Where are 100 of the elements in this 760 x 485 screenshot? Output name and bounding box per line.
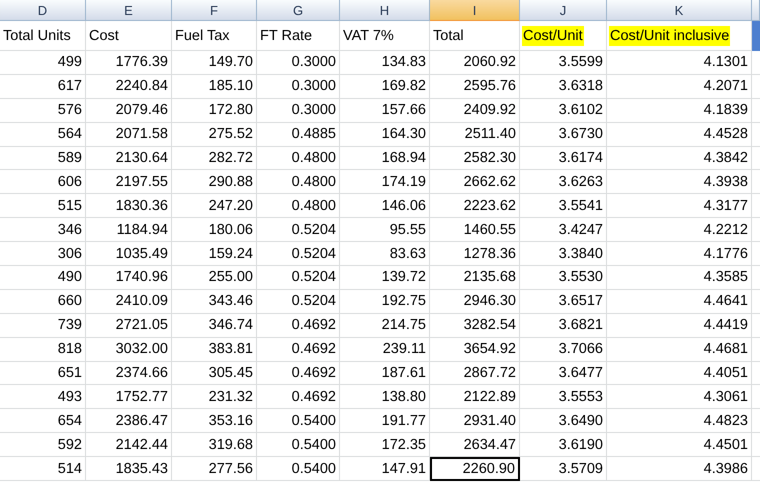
table-cell[interactable]: 3.6490 bbox=[520, 409, 607, 434]
table-cell[interactable]: 818 bbox=[0, 338, 86, 362]
table-cell[interactable]: 0.4692 bbox=[257, 362, 340, 386]
table-cell[interactable]: 4.4823 bbox=[607, 409, 752, 434]
table-cell[interactable]: 346.74 bbox=[172, 314, 257, 338]
table-cell[interactable]: 0.4692 bbox=[257, 385, 340, 410]
table-cell[interactable]: 3.5599 bbox=[520, 51, 607, 75]
table-cell[interactable]: 2946.30 bbox=[430, 290, 520, 314]
table-cell[interactable]: 1752.77 bbox=[86, 385, 172, 410]
table-cell[interactable]: 4.2071 bbox=[607, 74, 752, 99]
table-cell[interactable]: 2197.55 bbox=[86, 170, 172, 194]
table-cell[interactable]: 1740.96 bbox=[86, 266, 172, 290]
table-cell[interactable]: 247.20 bbox=[172, 194, 257, 218]
table-cell[interactable]: 0.5400 bbox=[257, 409, 340, 434]
table-cell[interactable]: 2135.68 bbox=[430, 266, 520, 290]
table-cell[interactable]: 1035.49 bbox=[86, 242, 172, 266]
table-cell[interactable]: 1278.36 bbox=[430, 242, 520, 266]
table-cell[interactable]: 4.3061 bbox=[607, 385, 752, 410]
table-cell[interactable]: 3.6263 bbox=[520, 170, 607, 194]
table-cell[interactable]: 169.82 bbox=[340, 74, 430, 99]
column-header[interactable]: K bbox=[607, 0, 752, 21]
table-cell[interactable]: 2410.09 bbox=[86, 290, 172, 314]
table-cell[interactable]: 490 bbox=[0, 266, 86, 290]
table-cell[interactable]: 3.5553 bbox=[520, 385, 607, 410]
table-cell[interactable]: 4.4681 bbox=[607, 338, 752, 362]
table-cell[interactable]: 660 bbox=[0, 290, 86, 314]
table-cell[interactable]: 139.72 bbox=[340, 266, 430, 290]
table-cell[interactable]: 0.4800 bbox=[257, 170, 340, 194]
table-cell[interactable]: 3.6174 bbox=[520, 146, 607, 170]
table-cell[interactable]: 0.3000 bbox=[257, 98, 340, 123]
table-cell[interactable]: 134.83 bbox=[340, 51, 430, 75]
table-cell[interactable]: 319.68 bbox=[172, 433, 257, 458]
table-cell[interactable]: 3.6821 bbox=[520, 314, 607, 338]
table-cell[interactable]: 2240.84 bbox=[86, 74, 172, 99]
table-cell[interactable]: 4.4641 bbox=[607, 290, 752, 314]
table-cell[interactable]: 3.6318 bbox=[520, 74, 607, 99]
table-cell[interactable]: 651 bbox=[0, 362, 86, 386]
table-cell[interactable]: 2374.66 bbox=[86, 362, 172, 386]
table-cell[interactable]: 3.5530 bbox=[520, 266, 607, 290]
table-cell[interactable]: 146.06 bbox=[340, 194, 430, 218]
table-cell[interactable]: 499 bbox=[0, 51, 86, 75]
table-cell[interactable]: 2931.40 bbox=[430, 409, 520, 434]
table-cell[interactable]: 3.5541 bbox=[520, 194, 607, 218]
table-cell[interactable]: 592 bbox=[0, 433, 86, 458]
table-cell[interactable]: 277.56 bbox=[172, 457, 257, 482]
table-cell[interactable]: 346 bbox=[0, 218, 86, 242]
table-cell[interactable]: 4.3938 bbox=[607, 170, 752, 194]
table-cell[interactable]: 164.30 bbox=[340, 122, 430, 147]
table-cell[interactable]: 0.5204 bbox=[257, 266, 340, 290]
table-cell[interactable]: 4.1776 bbox=[607, 242, 752, 266]
table-cell[interactable]: 157.66 bbox=[340, 98, 430, 123]
table-cell[interactable]: 239.11 bbox=[340, 338, 430, 362]
table-cell[interactable]: 3654.92 bbox=[430, 338, 520, 362]
table-cell[interactable]: 3.7066 bbox=[520, 338, 607, 362]
table-cell[interactable]: 1776.39 bbox=[86, 51, 172, 75]
table-cell[interactable]: 0.5400 bbox=[257, 457, 340, 482]
table-cell[interactable]: 3.3840 bbox=[520, 242, 607, 266]
column-header[interactable]: I bbox=[430, 0, 520, 21]
table-cell[interactable]: 4.1839 bbox=[607, 98, 752, 123]
table-cell[interactable]: 0.3000 bbox=[257, 51, 340, 75]
column-header[interactable]: G bbox=[257, 0, 340, 21]
table-cell[interactable]: 2071.58 bbox=[86, 122, 172, 147]
table-cell[interactable]: 0.3000 bbox=[257, 74, 340, 99]
table-cell[interactable]: 3282.54 bbox=[430, 314, 520, 338]
table-cell[interactable]: 275.52 bbox=[172, 122, 257, 147]
table-cell[interactable]: 2582.30 bbox=[430, 146, 520, 170]
table-cell[interactable]: 1835.43 bbox=[86, 457, 172, 482]
table-cell[interactable]: 2386.47 bbox=[86, 409, 172, 434]
table-cell[interactable]: 149.70 bbox=[172, 51, 257, 75]
column-header[interactable]: J bbox=[520, 0, 607, 21]
table-cell[interactable]: 0.5400 bbox=[257, 433, 340, 458]
table-cell[interactable]: 564 bbox=[0, 122, 86, 147]
table-cell[interactable]: 305.45 bbox=[172, 362, 257, 386]
table-cell[interactable]: 306 bbox=[0, 242, 86, 266]
table-cell[interactable]: 3.6517 bbox=[520, 290, 607, 314]
table-cell[interactable]: 0.4800 bbox=[257, 194, 340, 218]
table-cell[interactable]: 174.19 bbox=[340, 170, 430, 194]
table-cell[interactable]: 2260.90 bbox=[430, 457, 520, 482]
table-cell[interactable]: 4.4051 bbox=[607, 362, 752, 386]
table-cell[interactable]: 168.94 bbox=[340, 146, 430, 170]
table-cell[interactable]: 3.6477 bbox=[520, 362, 607, 386]
table-cell[interactable]: 4.2212 bbox=[607, 218, 752, 242]
table-cell[interactable]: 3.5709 bbox=[520, 457, 607, 482]
table-cell[interactable]: 185.10 bbox=[172, 74, 257, 99]
table-cell[interactable]: 138.80 bbox=[340, 385, 430, 410]
table-cell[interactable]: 0.4885 bbox=[257, 122, 340, 147]
table-cell[interactable]: 4.3842 bbox=[607, 146, 752, 170]
table-cell[interactable]: 191.77 bbox=[340, 409, 430, 434]
table-cell[interactable]: 4.3986 bbox=[607, 457, 752, 482]
table-cell[interactable]: 159.24 bbox=[172, 242, 257, 266]
table-cell[interactable]: 515 bbox=[0, 194, 86, 218]
table-cell[interactable]: 617 bbox=[0, 74, 86, 99]
table-cell[interactable]: 172.35 bbox=[340, 433, 430, 458]
table-cell[interactable]: 1460.55 bbox=[430, 218, 520, 242]
table-cell[interactable]: 0.4692 bbox=[257, 314, 340, 338]
table-cell[interactable]: 3.6190 bbox=[520, 433, 607, 458]
table-cell[interactable]: 4.3177 bbox=[607, 194, 752, 218]
table-cell[interactable]: 493 bbox=[0, 385, 86, 410]
table-cell[interactable]: 2409.92 bbox=[430, 98, 520, 123]
table-cell[interactable]: 589 bbox=[0, 146, 86, 170]
